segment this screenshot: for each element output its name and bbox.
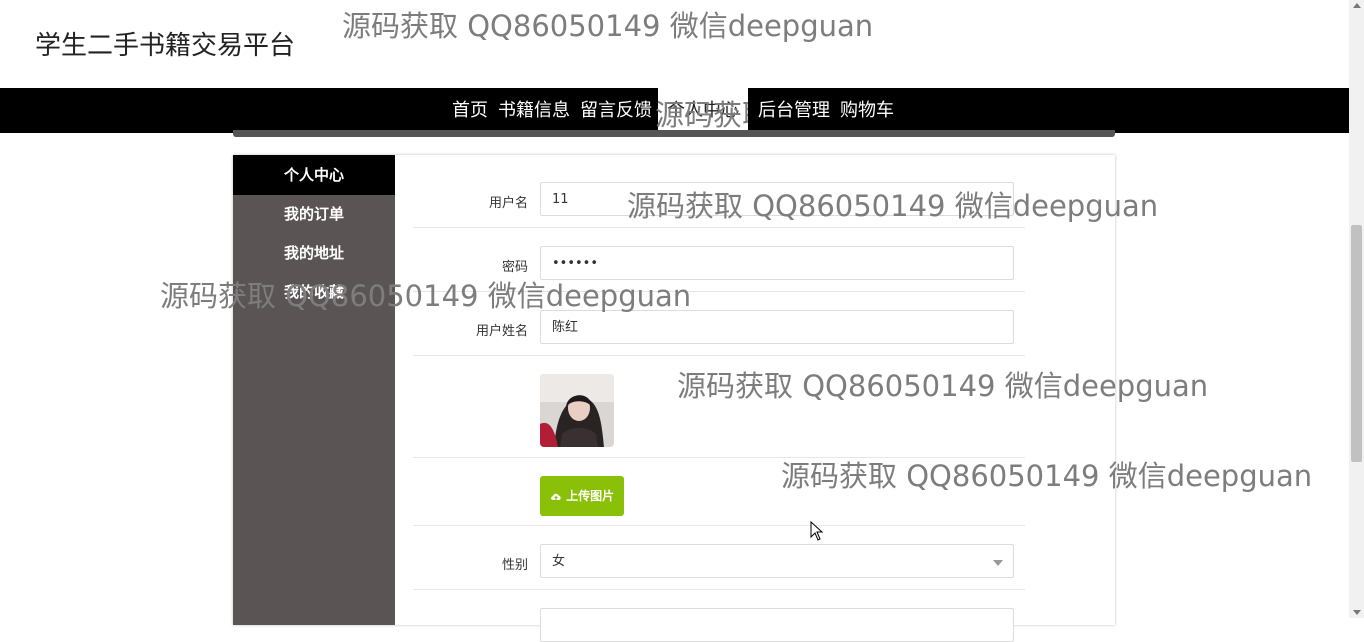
form-row-avatar	[413, 356, 1025, 458]
sidebar-item-favorites[interactable]: 我的收藏	[233, 273, 395, 312]
username-label: 用户名	[488, 196, 528, 211]
nav-list: 首页 书籍信息 留言反馈 个人中心 后台管理 购物车	[448, 88, 900, 133]
nav-item-profile[interactable]: 个人中心	[658, 88, 748, 133]
chevron-down-icon	[993, 560, 1003, 566]
form-row-realname: 用户姓名 陈红	[413, 292, 1025, 356]
gender-selected-value: 女	[552, 554, 566, 569]
form-row-username: 用户名 11	[413, 155, 1025, 228]
password-label: 密码	[501, 260, 528, 275]
nav-item-home[interactable]: 首页	[448, 88, 492, 133]
upload-image-label: 上传图片	[566, 489, 615, 503]
site-title: 学生二手书籍交易平台	[35, 31, 296, 61]
next-field-input[interactable]	[540, 608, 1014, 642]
nav-underline-strip	[233, 130, 1115, 137]
form-row-next	[413, 590, 1025, 642]
upload-image-button[interactable]: 上传图片	[540, 476, 624, 516]
sidebar-item-profile[interactable]: 个人中心	[233, 155, 395, 195]
page-scrollbar[interactable]	[1349, 0, 1364, 618]
realname-label: 用户姓名	[475, 324, 528, 339]
gender-label: 性别	[501, 558, 528, 573]
realname-input[interactable]: 陈红	[540, 310, 1014, 344]
scrollbar-thumb[interactable]	[1351, 225, 1362, 462]
gender-select[interactable]: 女	[540, 544, 1014, 578]
form-row-password: 密码 ••••••	[413, 228, 1025, 292]
username-input[interactable]: 11	[540, 182, 1014, 216]
profile-sidebar: 个人中心 我的订单 我的地址 我的收藏	[233, 155, 395, 625]
nav-item-books[interactable]: 书籍信息	[494, 88, 574, 133]
cloud-upload-icon	[551, 493, 561, 500]
mouse-pointer-icon	[810, 521, 824, 541]
nav-item-admin[interactable]: 后台管理	[754, 88, 834, 133]
password-input[interactable]: ••••••	[540, 246, 1014, 280]
scroll-up-arrow-icon[interactable]	[1353, 3, 1361, 8]
site-header: 学生二手书籍交易平台	[0, 0, 1349, 88]
main-navbar: 首页 书籍信息 留言反馈 个人中心 后台管理 购物车	[0, 88, 1349, 133]
nav-item-cart[interactable]: 购物车	[836, 88, 898, 133]
form-row-upload	[413, 458, 1025, 526]
sidebar-item-address[interactable]: 我的地址	[233, 234, 395, 273]
nav-item-feedback[interactable]: 留言反馈	[576, 88, 656, 133]
sidebar-item-orders[interactable]: 我的订单	[233, 195, 395, 234]
scroll-down-arrow-icon[interactable]	[1353, 610, 1361, 615]
avatar-image	[540, 374, 614, 447]
form-row-gender: 性别 女	[413, 526, 1025, 590]
